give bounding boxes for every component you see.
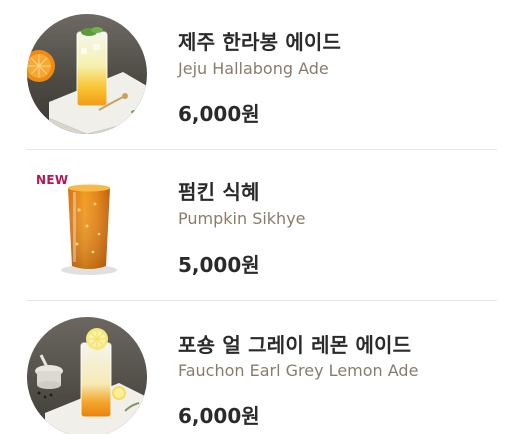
- menu-item-hallabong-ade[interactable]: 제주 한라봉 에이드 Jeju Hallabong Ade 6,000원: [0, 0, 508, 150]
- product-name-english: Jeju Hallabong Ade: [178, 59, 329, 78]
- product-name-english: Fauchon Earl Grey Lemon Ade: [178, 361, 419, 380]
- hallabong-ade-photo[interactable]: [27, 14, 147, 134]
- product-name-korean[interactable]: 펌킨 식혜: [178, 176, 260, 205]
- product-name-korean[interactable]: 제주 한라봉 에이드: [178, 26, 341, 55]
- product-price: 6,000원: [178, 102, 260, 126]
- product-price: 6,000원: [178, 404, 260, 428]
- product-name-korean[interactable]: 포숑 얼 그레이 레몬 에이드: [178, 329, 411, 358]
- menu-list: 제주 한라봉 에이드 Jeju Hallabong Ade 6,000원 NEW: [0, 0, 508, 434]
- product-name-english: Pumpkin Sikhye: [178, 209, 306, 228]
- earl-grey-lemon-ade-photo[interactable]: [27, 317, 147, 434]
- pumpkin-sikhye-photo[interactable]: [27, 164, 147, 284]
- menu-item-pumpkin-sikhye[interactable]: NEW 펌킨 식혜 Pumpkin Sikhye 5,000원: [0, 150, 508, 300]
- menu-item-earl-grey-lemon-ade[interactable]: 포숑 얼 그레이 레몬 에이드 Fauchon Earl Grey Lemon …: [0, 301, 508, 434]
- product-price: 5,000원: [178, 253, 260, 277]
